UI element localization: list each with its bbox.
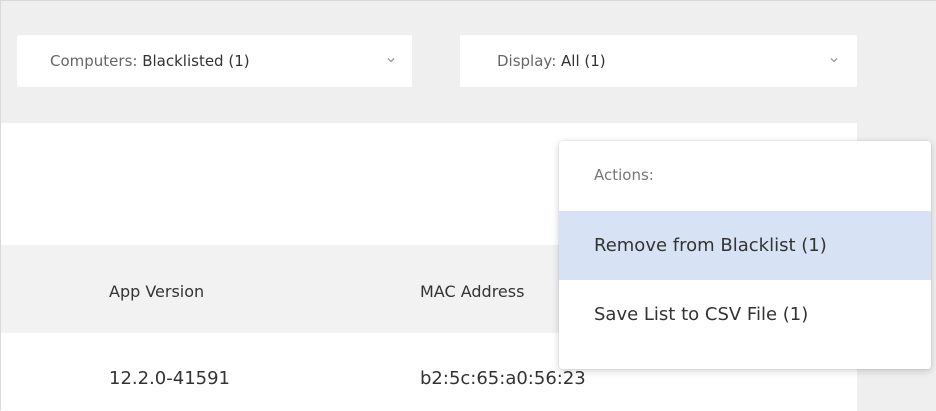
computers-filter-value: Blacklisted (1) (142, 52, 250, 70)
computers-filter-dropdown[interactable]: Computers: Blacklisted (1) (17, 35, 412, 87)
chevron-down-icon (387, 58, 395, 63)
actions-menu: Actions: Remove from Blacklist (1) Save … (559, 141, 931, 369)
column-header-mac-address[interactable]: MAC Address (420, 282, 524, 301)
mac-address-cell: b2:5c:65:a0:56:23 (420, 368, 586, 389)
display-filter-value: All (1) (561, 52, 606, 70)
app-frame: Computers: Blacklisted (1) Display: All … (0, 0, 936, 411)
computers-filter-label: Computers: (50, 52, 138, 70)
app-version-cell: 12.2.0-41591 (109, 368, 231, 389)
display-filter-label: Display: (497, 52, 557, 70)
chevron-down-icon (830, 58, 838, 63)
remove-from-blacklist-menu-item[interactable]: Remove from Blacklist (1) (559, 211, 931, 280)
save-list-to-csv-menu-item[interactable]: Save List to CSV File (1) (559, 280, 931, 349)
display-filter-dropdown[interactable]: Display: All (1) (460, 35, 857, 87)
column-header-app-version[interactable]: App Version (109, 282, 204, 301)
actions-menu-header: Actions: (594, 166, 654, 184)
